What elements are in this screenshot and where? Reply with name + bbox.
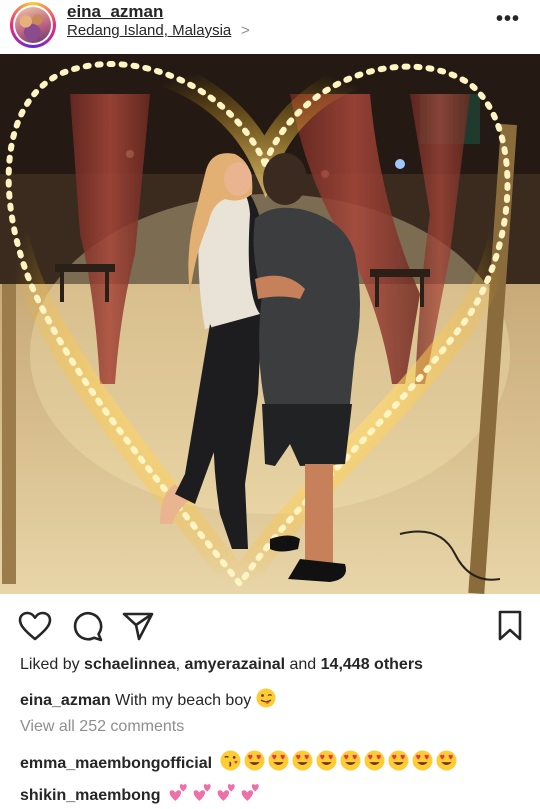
winking-tongue-emoji-icon [256, 688, 276, 708]
two-hearts-emoji-icon [241, 784, 259, 801]
liker-2[interactable]: amyerazainal [185, 656, 286, 673]
post-photo[interactable] [0, 54, 540, 594]
chevron-right-icon[interactable]: > [241, 22, 250, 39]
comment-username[interactable]: shikin_maembong [20, 787, 160, 804]
comment-icon[interactable] [72, 610, 104, 642]
heart-eyes-emoji-icon [412, 750, 432, 771]
comment-row: emma_maembongofficial [20, 750, 457, 773]
comment-row: shikin_maembong [20, 782, 261, 805]
avatar[interactable] [10, 2, 56, 48]
heart-icon[interactable] [18, 611, 52, 641]
caption-text: With my beach boy [115, 692, 252, 709]
likes-prefix: Liked by [20, 656, 85, 673]
comment-username[interactable]: emma_maembongofficial [20, 755, 212, 772]
heart-eyes-emoji-icon [244, 750, 264, 771]
heart-eyes-emoji-icon [292, 750, 312, 771]
post-header: eina_azman Redang Island, Malaysia > ••• [0, 0, 540, 52]
post-location[interactable]: Redang Island, Malaysia [67, 22, 231, 39]
post-caption: eina_azman With my beach boy [20, 688, 276, 710]
heart-eyes-emoji-icon [388, 750, 408, 771]
post-username[interactable]: eina_azman [67, 2, 163, 22]
heart-eyes-emoji-icon [340, 750, 360, 771]
view-all-comments-link[interactable]: View all 252 comments [20, 718, 184, 736]
heart-eyes-emoji-icon [364, 750, 384, 771]
heart-eyes-emoji-icon [268, 750, 288, 771]
avatar-image [15, 7, 51, 43]
comment-emojis [217, 750, 457, 772]
likes-and: and [285, 656, 321, 673]
comment-emojis [165, 784, 261, 804]
photo-scene [0, 54, 540, 594]
caption-username[interactable]: eina_azman [20, 692, 111, 709]
send-icon[interactable] [122, 610, 154, 642]
likes-summary[interactable]: Liked by schaelinnea, amyerazainal and 1… [20, 656, 423, 674]
bookmark-icon[interactable] [497, 610, 523, 642]
more-horizontal-icon[interactable]: ••• [496, 8, 520, 31]
face-blowing-kiss-emoji-icon [220, 750, 240, 771]
likes-others[interactable]: 14,448 others [321, 656, 423, 673]
two-hearts-emoji-icon [169, 784, 187, 801]
two-hearts-emoji-icon [217, 784, 235, 801]
heart-eyes-emoji-icon [316, 750, 336, 771]
liker-1[interactable]: schaelinnea [84, 656, 176, 673]
heart-eyes-emoji-icon [436, 750, 456, 771]
two-hearts-emoji-icon [193, 784, 211, 801]
likes-separator: , [175, 656, 185, 673]
